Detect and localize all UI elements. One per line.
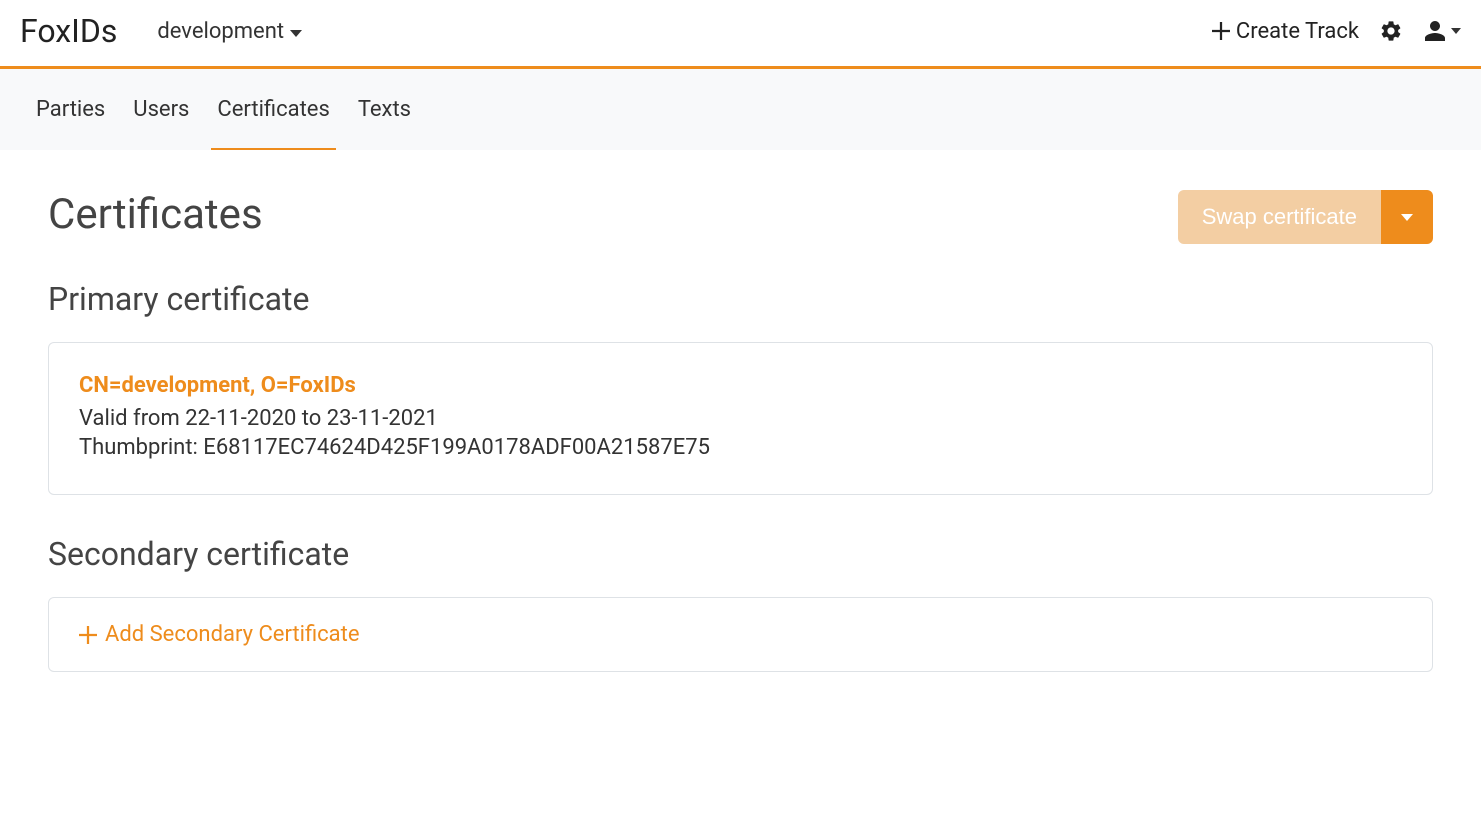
certificate-validity: Valid from 22-11-2020 to 23-11-2021 (79, 406, 1402, 431)
user-icon (1423, 19, 1447, 43)
plus-icon (79, 626, 97, 644)
primary-heading: Primary certificate (48, 280, 1433, 318)
settings-button[interactable] (1379, 19, 1403, 43)
track-dropdown[interactable]: development (157, 19, 302, 44)
navbar-left: FoxIDs development (20, 12, 302, 50)
caret-down-icon (1451, 28, 1461, 34)
track-name: development (157, 19, 284, 44)
certificate-subject: CN=development, O=FoxIDs (79, 373, 1402, 398)
content: Certificates Swap certificate Primary ce… (0, 150, 1481, 712)
page-header: Certificates Swap certificate (48, 190, 1433, 244)
caret-down-icon (290, 30, 302, 37)
navbar-right: Create Track (1212, 19, 1461, 44)
tab-texts[interactable]: Texts (358, 69, 411, 150)
caret-down-icon (1401, 214, 1413, 221)
page-title: Certificates (48, 190, 263, 239)
certificate-thumbprint: Thumbprint: E68117EC74624D425F199A0178AD… (79, 435, 1402, 460)
plus-icon (1212, 22, 1230, 40)
add-secondary-certificate-button[interactable]: Add Secondary Certificate (79, 622, 1402, 647)
secondary-heading: Secondary certificate (48, 535, 1433, 573)
navbar: FoxIDs development Create Track (0, 0, 1481, 66)
swap-certificate-dropdown-toggle[interactable] (1381, 190, 1433, 244)
sub-nav: Parties Users Certificates Texts (0, 69, 1481, 150)
create-track-label: Create Track (1236, 19, 1359, 44)
swap-certificate-group: Swap certificate (1178, 190, 1433, 244)
tab-certificates[interactable]: Certificates (217, 69, 329, 150)
brand-logo[interactable]: FoxIDs (20, 12, 117, 50)
create-track-button[interactable]: Create Track (1212, 19, 1359, 44)
tab-parties[interactable]: Parties (36, 69, 105, 150)
add-secondary-label: Add Secondary Certificate (105, 622, 360, 647)
secondary-certificate-card: Add Secondary Certificate (48, 597, 1433, 672)
tab-users[interactable]: Users (133, 69, 189, 150)
user-menu[interactable] (1423, 19, 1461, 43)
primary-certificate-card[interactable]: CN=development, O=FoxIDs Valid from 22-1… (48, 342, 1433, 495)
swap-certificate-button[interactable]: Swap certificate (1178, 190, 1381, 244)
gear-icon (1379, 19, 1403, 43)
